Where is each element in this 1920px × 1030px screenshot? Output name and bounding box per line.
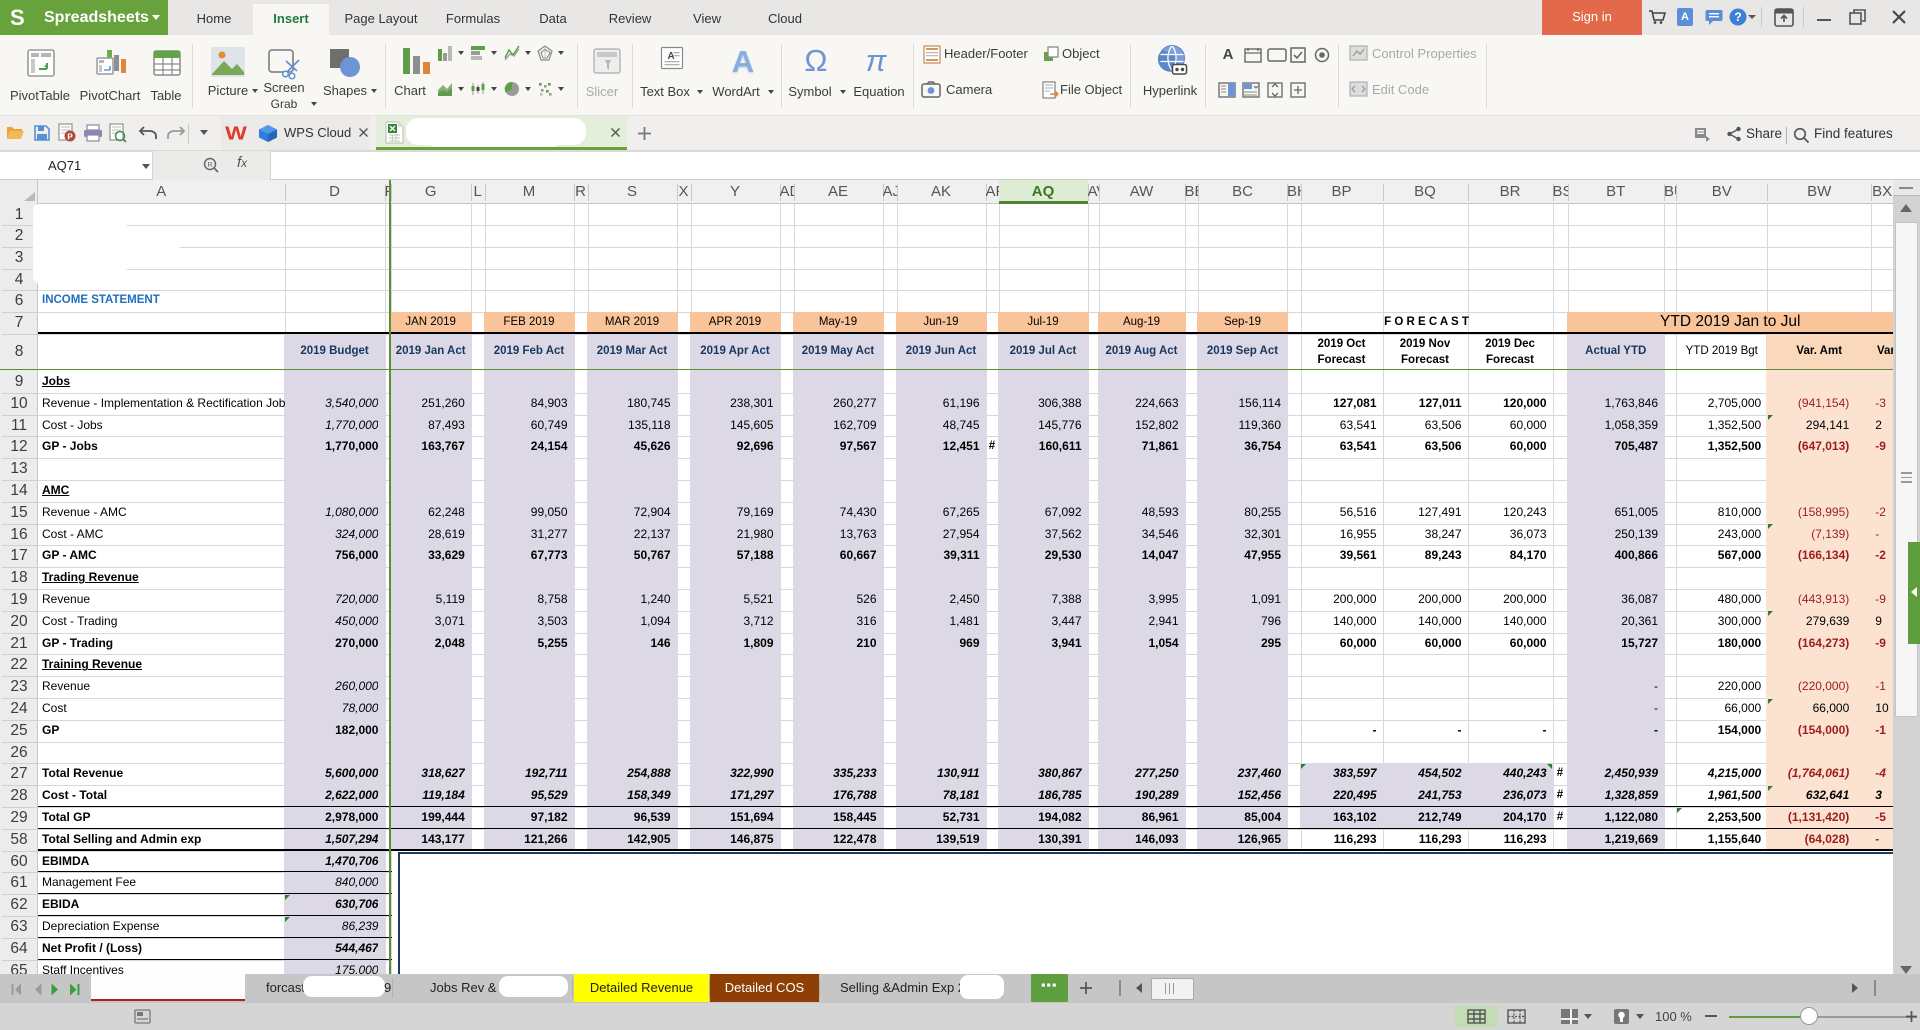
svg-text:?: ?	[1734, 10, 1741, 24]
svg-text:A: A	[668, 51, 675, 62]
svg-text:R: R	[207, 162, 212, 169]
svg-text:P: P	[67, 133, 73, 142]
